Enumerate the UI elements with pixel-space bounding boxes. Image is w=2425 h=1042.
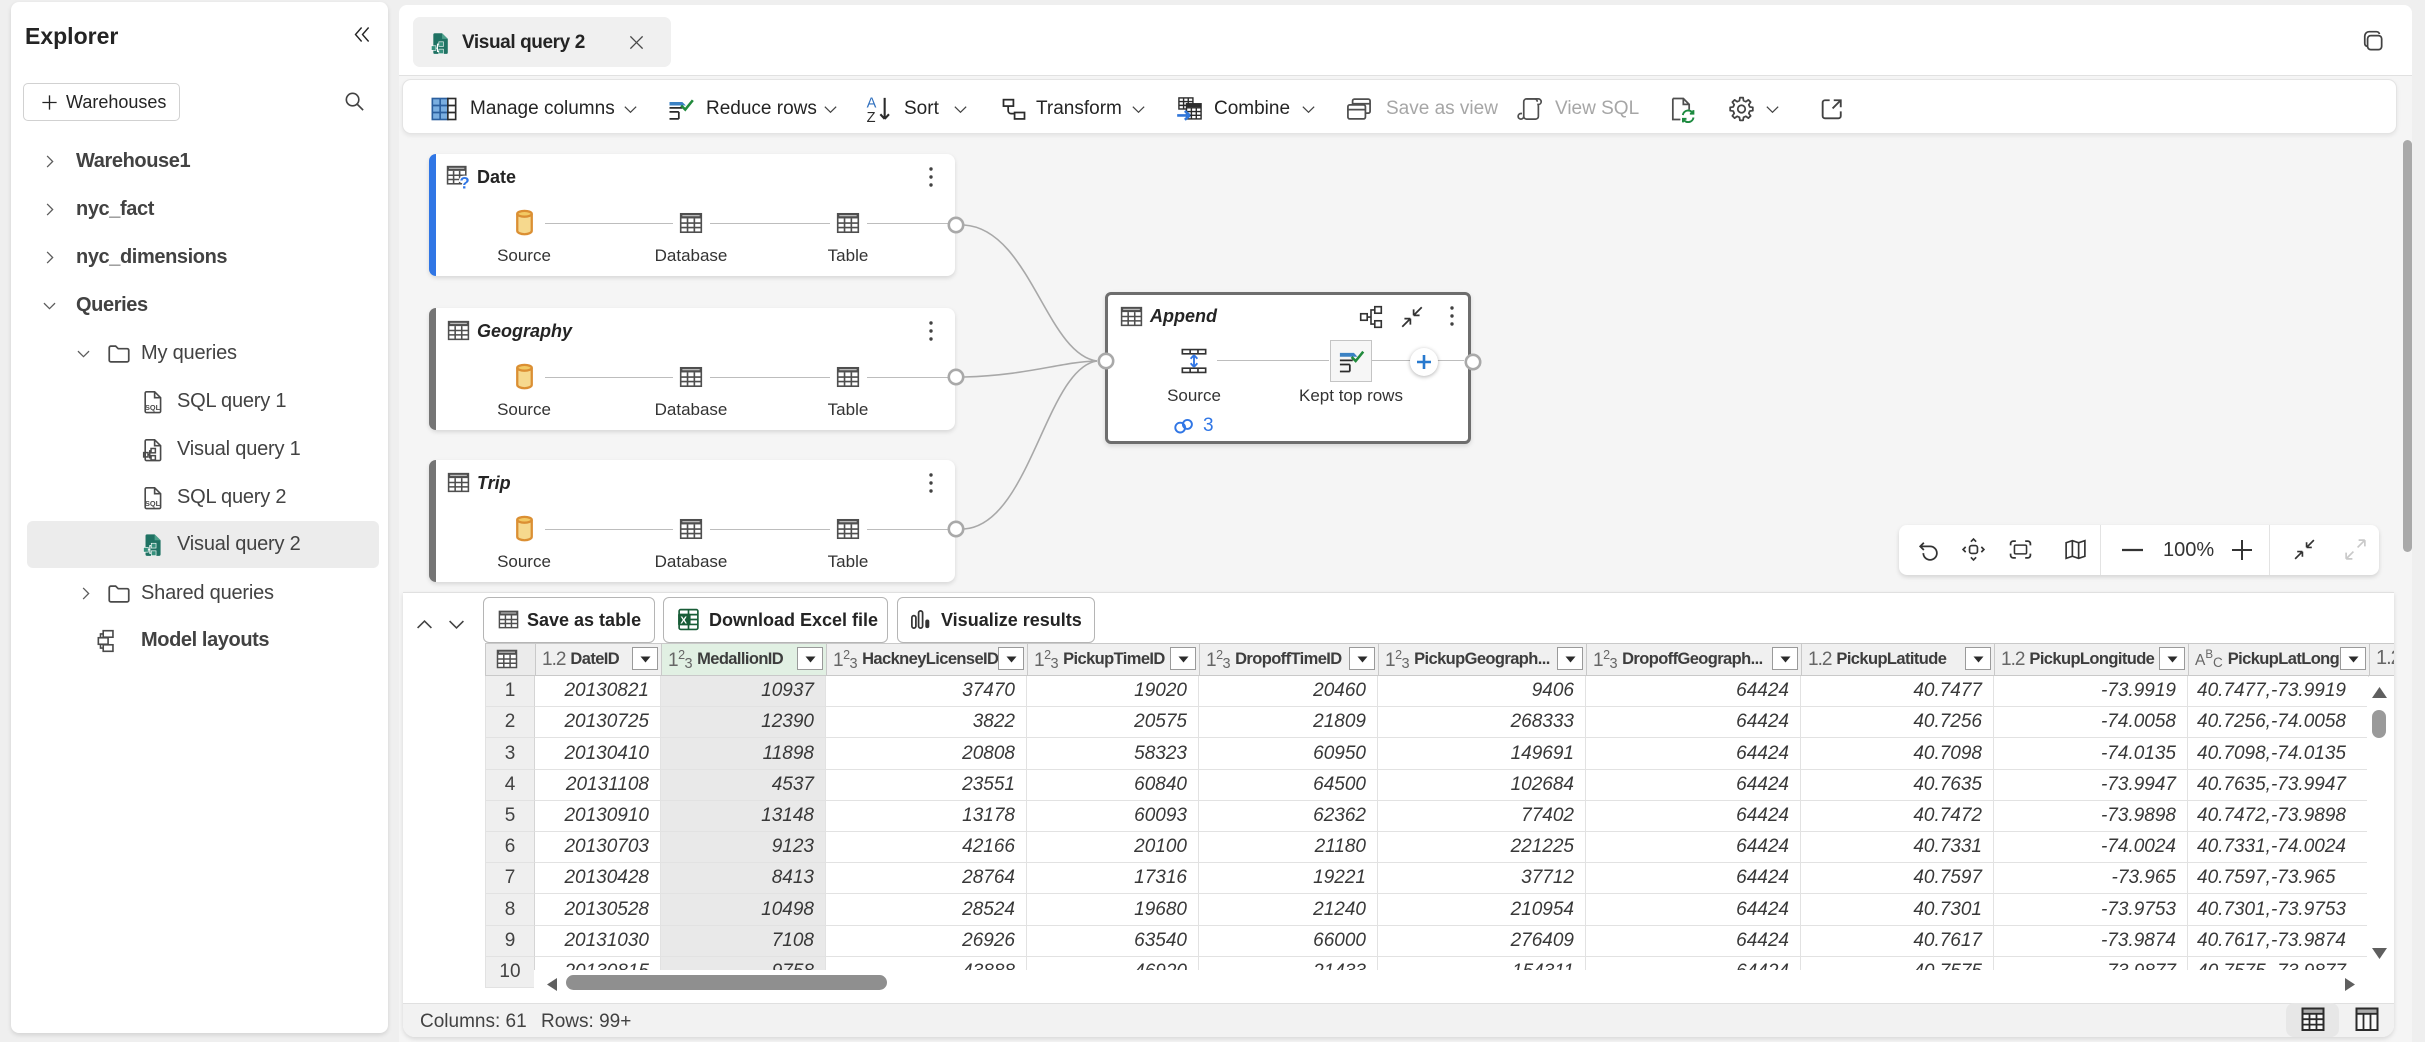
svg-text:SQL: SQL bbox=[145, 403, 161, 412]
svg-text:X: X bbox=[680, 615, 687, 626]
svg-text:SQL: SQL bbox=[145, 499, 161, 508]
svg-text:?: ? bbox=[460, 173, 470, 189]
svg-text:Z: Z bbox=[867, 110, 876, 123]
